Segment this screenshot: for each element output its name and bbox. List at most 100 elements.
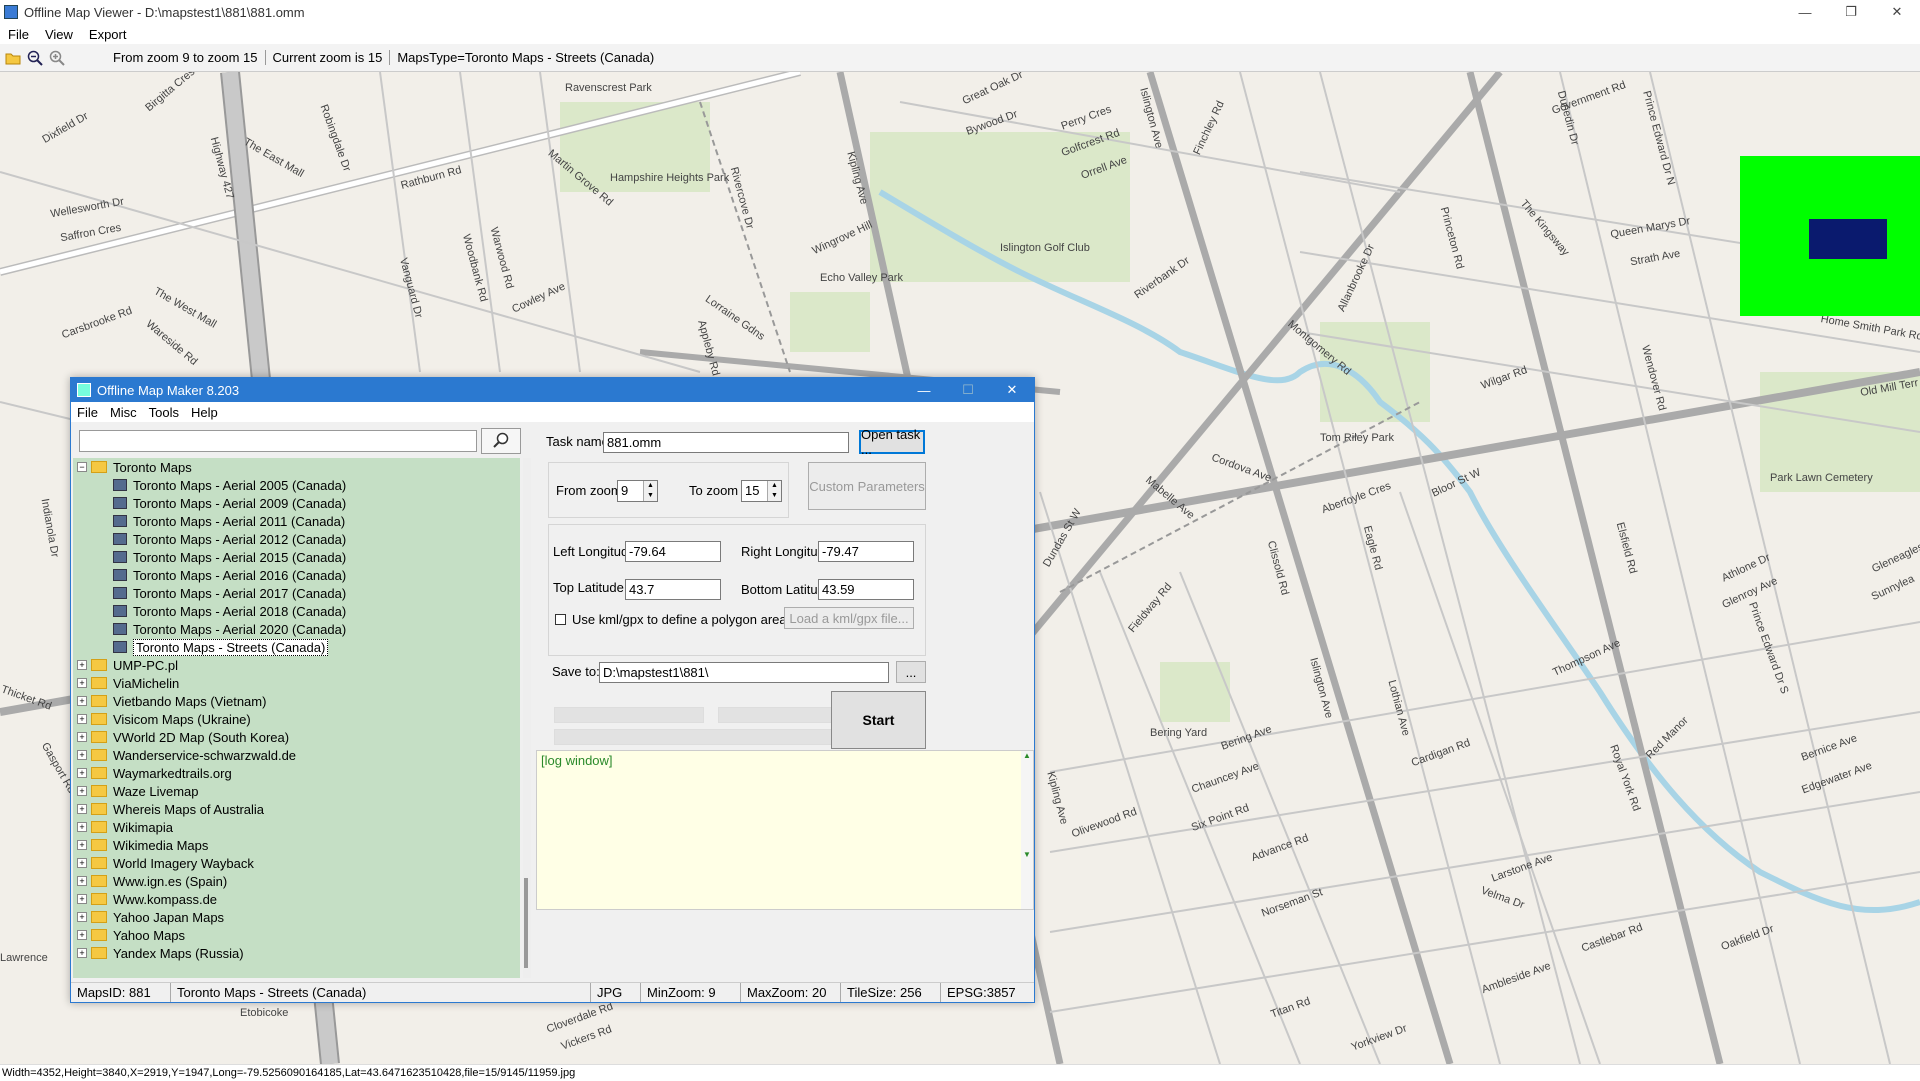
expand-icon[interactable]: + <box>77 876 87 886</box>
expand-icon[interactable]: + <box>77 732 87 742</box>
load-kml-button[interactable]: Load a kml/gpx file... <box>784 607 914 629</box>
from-zoom-label: From zoom <box>556 483 622 498</box>
expand-icon[interactable]: + <box>77 912 87 922</box>
expand-icon[interactable]: + <box>77 678 87 688</box>
menu-view[interactable]: View <box>37 27 81 42</box>
overview-map[interactable] <box>1740 156 1920 316</box>
task-name-input[interactable]: 881.omm <box>603 432 849 453</box>
tree-map-item[interactable]: Toronto Maps - Aerial 2016 (Canada) <box>73 566 520 584</box>
from-zoom-spinner[interactable]: 9 ▲ ▼ <box>617 480 658 502</box>
tree-item-label: Toronto Maps - Aerial 2005 (Canada) <box>133 477 347 493</box>
spinner-arrows-icon[interactable]: ▲ ▼ <box>643 481 657 501</box>
start-button[interactable]: Start <box>831 691 926 749</box>
dialog-menu-misc[interactable]: Misc <box>104 405 143 420</box>
open-task-button[interactable]: Open task ... <box>859 427 925 457</box>
expand-icon[interactable]: + <box>77 858 87 868</box>
expand-icon[interactable]: + <box>77 930 87 940</box>
log-scrollbar[interactable]: ▲ ▼ <box>1021 751 1033 909</box>
tree-folder[interactable]: + Whereis Maps of Australia <box>73 800 520 818</box>
expand-icon[interactable]: + <box>77 768 87 778</box>
expand-icon[interactable]: + <box>77 786 87 796</box>
task-panel: Task name 881.omm Open task ... From zoo… <box>536 422 1034 982</box>
tree-map-item[interactable]: Toronto Maps - Aerial 2017 (Canada) <box>73 584 520 602</box>
tree-map-item[interactable]: Toronto Maps - Aerial 2011 (Canada) <box>73 512 520 530</box>
tree-map-item[interactable]: Toronto Maps - Aerial 2015 (Canada) <box>73 548 520 566</box>
tree-map-item[interactable]: Toronto Maps - Aerial 2020 (Canada) <box>73 620 520 638</box>
expand-icon[interactable]: + <box>77 696 87 706</box>
right-longitude-input[interactable]: -79.47 <box>818 541 914 562</box>
dialog-minimize-button[interactable]: — <box>902 378 946 402</box>
kml-label: Use kml/gpx to define a polygon area <box>572 612 787 627</box>
maps-search-input[interactable] <box>79 430 477 452</box>
browse-button[interactable]: ... <box>896 661 926 683</box>
tree-folder[interactable]: + UMP-PC.pl <box>73 656 520 674</box>
tree-map-item[interactable]: Toronto Maps - Aerial 2009 (Canada) <box>73 494 520 512</box>
dialog-close-button[interactable]: ✕ <box>990 378 1034 402</box>
tree-folder[interactable]: + VWorld 2D Map (South Korea) <box>73 728 520 746</box>
dialog-menubar: File Misc Tools Help <box>71 402 1034 422</box>
save-to-input[interactable]: D:\mapstest1\881\ <box>599 662 889 683</box>
tree-map-item[interactable]: Toronto Maps - Aerial 2012 (Canada) <box>73 530 520 548</box>
tree-folder[interactable]: + Yahoo Japan Maps <box>73 908 520 926</box>
minimize-button[interactable]: — <box>1782 0 1828 24</box>
close-button[interactable]: ✕ <box>1874 0 1920 24</box>
tree-folder[interactable]: + Vietbando Maps (Vietnam) <box>73 692 520 710</box>
tree-folder[interactable]: + Wikimapia <box>73 818 520 836</box>
zoom-out-icon[interactable] <box>26 49 44 67</box>
tree-folder[interactable]: + Www.ign.es (Spain) <box>73 872 520 890</box>
tree-scroll-thumb[interactable] <box>524 878 528 968</box>
tree-folder[interactable]: + Yahoo Maps <box>73 926 520 944</box>
tree-folder-label: Yahoo Maps <box>113 927 186 943</box>
tree-folder-label: Www.kompass.de <box>113 891 218 907</box>
map-label: Park Lawn Cemetery <box>1770 472 1873 484</box>
dialog-menu-help[interactable]: Help <box>185 405 224 420</box>
zoom-in-icon[interactable] <box>48 49 66 67</box>
tree-folder[interactable]: + Wanderservice-schwarzwald.de <box>73 746 520 764</box>
log-window[interactable]: [log window] ▲ ▼ <box>536 750 1034 910</box>
expand-icon[interactable]: + <box>77 894 87 904</box>
tree-folder[interactable]: + Yandex Maps (Russia) <box>73 944 520 962</box>
dialog-menu-file[interactable]: File <box>71 405 104 420</box>
menu-export[interactable]: Export <box>81 27 135 42</box>
expand-icon[interactable]: + <box>77 750 87 760</box>
custom-parameters-button[interactable]: Custom Parameters <box>808 462 926 510</box>
tree-scrollbar[interactable] <box>523 458 531 978</box>
restore-button[interactable]: ❐ <box>1828 0 1874 24</box>
spinner-arrows-icon[interactable]: ▲ ▼ <box>767 481 781 501</box>
tree-folder[interactable]: + ViaMichelin <box>73 674 520 692</box>
tree-folder[interactable]: + Visicom Maps (Ukraine) <box>73 710 520 728</box>
maps-tree[interactable]: − Toronto Maps Toronto Maps - Aerial 200… <box>73 458 520 978</box>
search-button[interactable] <box>481 428 521 454</box>
tree-folder[interactable]: + Waymarkedtrails.org <box>73 764 520 782</box>
expand-icon[interactable]: + <box>77 714 87 724</box>
dialog-titlebar: Offline Map Maker 8.203 — ☐ ✕ <box>71 378 1034 402</box>
tree-folder[interactable]: + Waze Livemap <box>73 782 520 800</box>
dialog-menu-tools[interactable]: Tools <box>143 405 185 420</box>
tree-folder-label: Wanderservice-schwarzwald.de <box>113 747 297 763</box>
top-latitude-input[interactable]: 43.7 <box>625 579 721 600</box>
menu-file[interactable]: File <box>0 27 37 42</box>
to-zoom-spinner[interactable]: 15 ▲ ▼ <box>741 480 782 502</box>
map-label: Lawrence <box>0 952 48 964</box>
dialog-maximize-button[interactable]: ☐ <box>946 378 990 402</box>
expand-icon[interactable]: + <box>77 840 87 850</box>
kml-checkbox[interactable] <box>555 614 566 625</box>
overview-viewport[interactable] <box>1809 219 1887 259</box>
left-longitude-input[interactable]: -79.64 <box>625 541 721 562</box>
tree-map-item[interactable]: Toronto Maps - Streets (Canada) <box>73 638 520 656</box>
expand-icon[interactable]: + <box>77 948 87 958</box>
tree-map-item[interactable]: Toronto Maps - Aerial 2005 (Canada) <box>73 476 520 494</box>
open-folder-icon[interactable] <box>4 49 22 67</box>
tree-folder-root[interactable]: − Toronto Maps <box>73 458 520 476</box>
tree-folder[interactable]: + Wikimedia Maps <box>73 836 520 854</box>
expand-icon[interactable]: + <box>77 660 87 670</box>
expand-icon[interactable]: + <box>77 822 87 832</box>
tree-folder-label: Waze Livemap <box>113 783 199 799</box>
tree-folder[interactable]: + World Imagery Wayback <box>73 854 520 872</box>
folder-icon <box>91 713 107 725</box>
collapse-icon[interactable]: − <box>77 462 87 472</box>
expand-icon[interactable]: + <box>77 804 87 814</box>
tree-map-item[interactable]: Toronto Maps - Aerial 2018 (Canada) <box>73 602 520 620</box>
tree-folder[interactable]: + Www.kompass.de <box>73 890 520 908</box>
bottom-latitude-input[interactable]: 43.59 <box>818 579 914 600</box>
